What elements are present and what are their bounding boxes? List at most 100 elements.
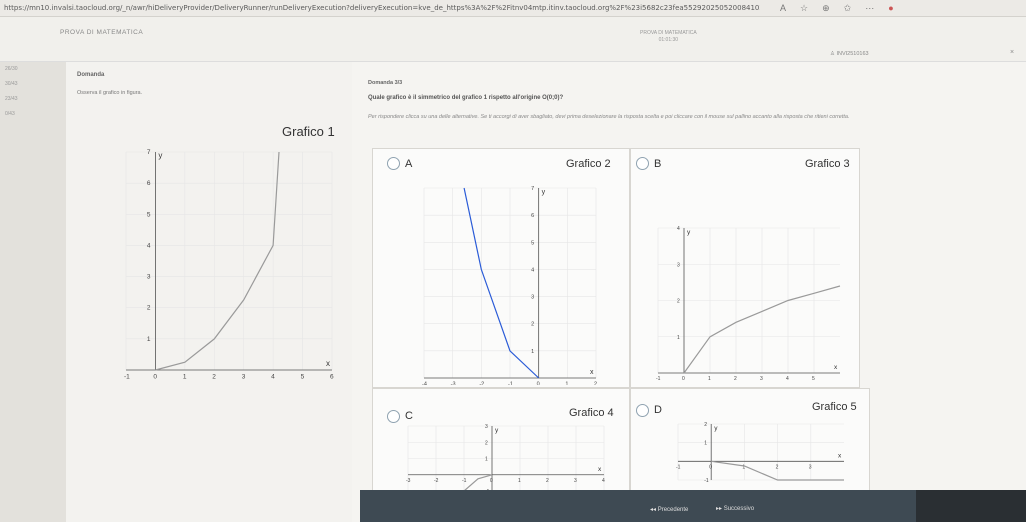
y-tick-label: 4	[531, 267, 534, 273]
header-center: PROVA DI MATEMATICA 01:01:30	[640, 30, 697, 44]
option-b-letter: B	[654, 158, 662, 170]
x-tick-label: 0	[709, 464, 712, 470]
nav-item[interactable]: 0/43	[0, 107, 66, 122]
next-button[interactable]: ▸▸ Successivo	[716, 505, 754, 512]
option-d-title: Grafico 5	[812, 401, 857, 413]
x-tick-label: 3	[574, 478, 577, 484]
series-line	[463, 187, 540, 379]
chart-grafico-2: x y -4 -3 -2 -1 0 1 2 1 2 3 4 5 6 7	[422, 186, 597, 386]
address-bar[interactable]: https://mn10.invalsi.taocloud.org/_n/awr…	[0, 4, 760, 12]
question-instructions: Per rispondere clicca su una delle alter…	[368, 114, 850, 120]
y-axis-label: y	[687, 229, 691, 236]
y-tick-label: 4	[677, 226, 680, 232]
y-axis-label: y	[714, 425, 718, 432]
test-header: PROVA DI MATEMATICA PROVA DI MATEMATICA …	[0, 17, 1026, 62]
x-axis-label: x	[590, 369, 594, 376]
profile-icon[interactable]: ●	[888, 3, 893, 14]
x-tick-label: 2	[594, 382, 597, 386]
x-tick-label: 0	[153, 374, 157, 381]
x-tick-label: 3	[242, 374, 246, 381]
extensions-icon[interactable]: ⊕	[822, 3, 830, 14]
y-tick-label: 3	[147, 274, 151, 281]
collections-icon[interactable]: ✩	[844, 3, 852, 14]
y-tick-label: 1	[147, 336, 151, 343]
y-tick-label: 2	[147, 305, 151, 312]
chart-grafico-1: x y -1 0 1 2 3 4 5 6 1 2 3 4 5 6 7	[124, 149, 334, 381]
x-tick-label: -1	[676, 464, 681, 470]
y-tick-label: 6	[147, 180, 151, 187]
question-text: Quale grafico è il simmetrico del grafic…	[368, 95, 564, 101]
option-a-title: Grafico 2	[566, 158, 611, 170]
nav-item[interactable]: 23/43	[0, 92, 66, 107]
y-tick-label: 3	[677, 262, 680, 268]
y-tick-label: 3	[485, 424, 488, 430]
option-a-letter: A	[405, 158, 413, 170]
x-tick-label: 6	[330, 374, 334, 381]
option-d-radio[interactable]	[636, 404, 649, 417]
user-id: ♙ INVI2510163	[830, 51, 869, 57]
y-tick-label: 6	[531, 213, 534, 219]
chart-grafico-4: xy-3-2-101234-1123	[406, 424, 605, 495]
x-tick-label: 5	[812, 376, 815, 382]
stimulus-text: Osserva il grafico in figura.	[77, 90, 143, 96]
x-tick-label: -1	[508, 382, 513, 386]
x-axis-label: x	[326, 359, 330, 368]
browser-toolbar: https://mn10.invalsi.taocloud.org/_n/awr…	[0, 0, 1026, 17]
x-axis-label: x	[598, 466, 602, 473]
x-tick-label: 2	[212, 374, 216, 381]
x-tick-label: 4	[271, 374, 275, 381]
taskbar-corner	[916, 490, 1026, 522]
x-tick-label: -3	[406, 478, 411, 484]
x-tick-label: 4	[786, 376, 789, 382]
y-tick-label: 5	[147, 211, 151, 218]
y-tick-label: 7	[531, 186, 534, 192]
x-tick-label: 2	[546, 478, 549, 484]
read-aloud-icon[interactable]: A	[780, 3, 786, 14]
x-tick-label: 1	[565, 382, 568, 386]
timer: 01:01:30	[658, 37, 679, 43]
option-d-letter: D	[654, 404, 662, 416]
chart-grafico-3: x y -1 0 1 2 3 4 5 1 2 3 4	[656, 226, 841, 382]
y-tick-label: 2	[485, 440, 488, 446]
nav-item[interactable]: 30/43	[0, 77, 66, 92]
prev-button[interactable]: ◂◂ Precedente	[650, 506, 688, 513]
y-axis-label: y	[158, 151, 162, 160]
question-counter: Domanda 3/3	[368, 80, 403, 86]
close-icon[interactable]: ×	[1010, 49, 1014, 56]
y-tick-label: 5	[531, 240, 534, 246]
option-a-radio[interactable]	[387, 157, 400, 170]
favorite-star-icon[interactable]: ☆	[800, 3, 808, 14]
y-tick-label: 1	[485, 457, 488, 463]
option-b-title: Grafico 3	[805, 158, 850, 170]
x-tick-label: 0	[490, 478, 493, 484]
x-tick-label: 4	[602, 478, 605, 484]
x-tick-label: 1	[518, 478, 521, 484]
x-axis-label: x	[838, 452, 842, 459]
next-icon: ▸▸	[716, 506, 724, 512]
option-c-radio[interactable]	[387, 410, 400, 423]
x-tick-label: -1	[124, 374, 130, 381]
y-tick-label: 4	[147, 242, 151, 249]
x-tick-label: -1	[462, 478, 467, 484]
x-tick-label: -2	[479, 382, 484, 386]
prev-icon: ◂◂	[650, 507, 658, 513]
y-tick-label: 2	[677, 299, 680, 305]
more-menu-icon[interactable]: ⋯	[865, 3, 874, 14]
nav-item[interactable]: 26/30	[0, 62, 66, 77]
option-b-radio[interactable]	[636, 157, 649, 170]
y-tick-label: 7	[147, 149, 151, 156]
x-tick-label: -4	[422, 382, 427, 386]
stimulus-label: Domanda	[77, 72, 105, 78]
brand-label: PROVA DI MATEMATICA	[60, 29, 144, 36]
series-line	[155, 151, 280, 371]
x-tick-label: 2	[776, 464, 779, 470]
x-tick-label: -2	[434, 478, 439, 484]
x-tick-label: 0	[682, 376, 685, 382]
x-tick-label: -1	[656, 376, 661, 382]
y-tick-label: 2	[531, 322, 534, 328]
y-tick-label: 1	[677, 335, 680, 341]
x-tick-label: 1	[183, 374, 187, 381]
footer-bar	[360, 490, 916, 522]
y-tick-label: -1	[704, 478, 709, 484]
x-axis-label: x	[834, 364, 838, 371]
